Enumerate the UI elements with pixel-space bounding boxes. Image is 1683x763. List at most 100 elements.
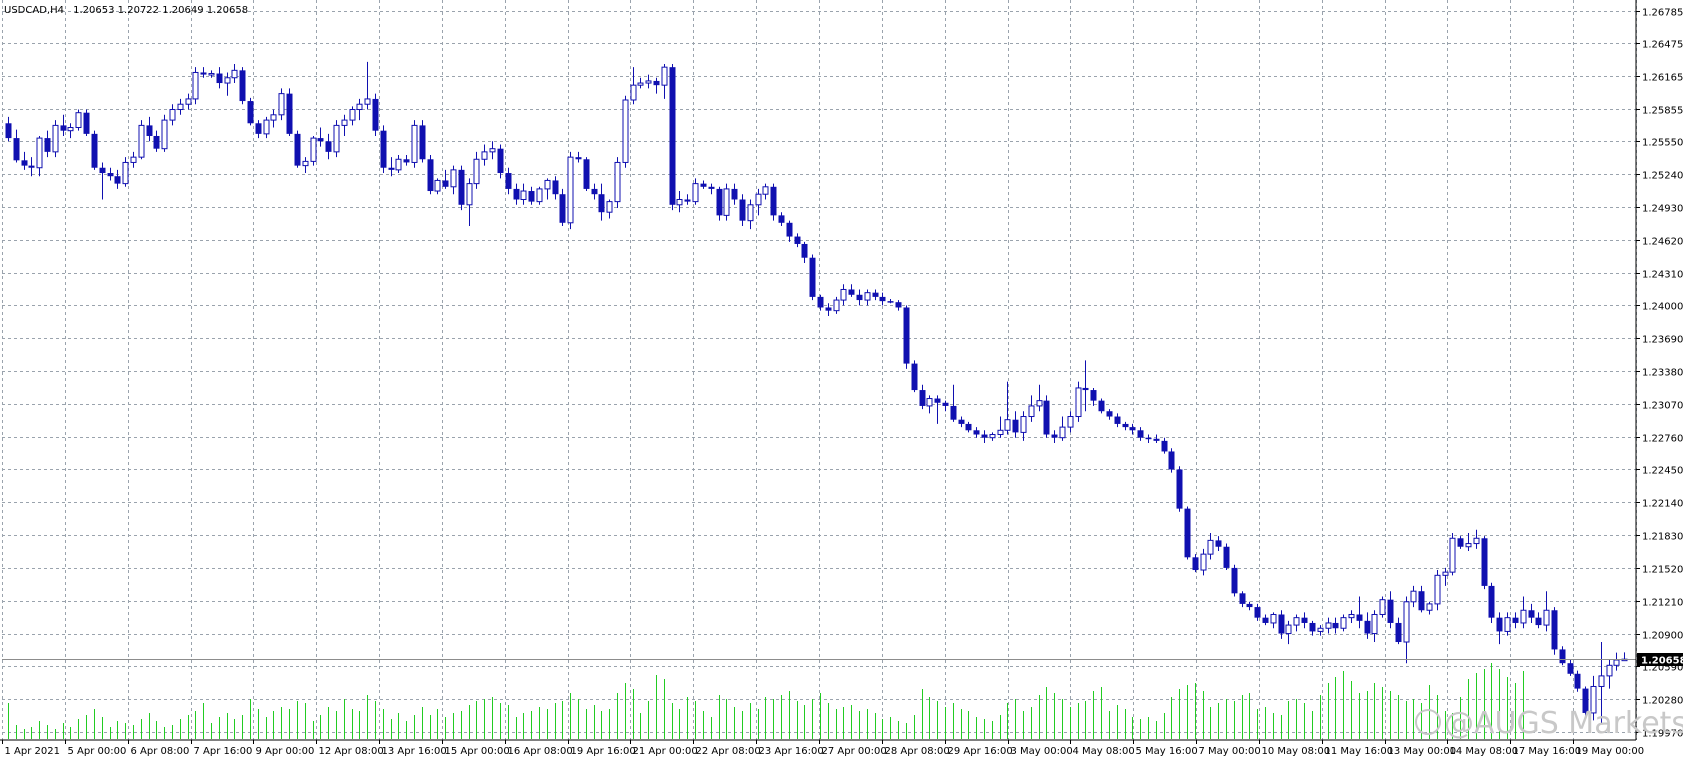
candle-body-bear [919,390,926,406]
candle-body-bear [1098,400,1105,412]
candle-body-bear [903,307,910,364]
candle-body-bear [1496,617,1503,632]
candle-body-bull [36,137,43,169]
candle-body-bull [177,103,184,111]
candle [559,188,566,226]
candle [723,183,730,221]
candle-body-bear [247,101,254,124]
candle-body-bear [981,434,988,438]
x-tick-label: 19 Apr 16:00 [571,746,636,757]
candle-body-bear [934,398,941,403]
candle-body-bear [255,123,262,134]
candle-body-bear [794,236,801,244]
candle-body-bear [598,194,605,213]
candle-body-bull [723,188,730,216]
candle-body-bull [676,198,683,206]
candle-body-bull [544,179,551,190]
price-chart[interactable]: 1.26785 1.26475 1.26165 1.25855 1.25550 1.252… [0,0,1683,763]
candle-body-bear [1215,540,1222,547]
candle-body-bull [1449,537,1456,573]
x-tick-label: 23 Apr 16:00 [759,746,824,757]
chart-window[interactable]: 1.26785 1.26475 1.26165 1.25855 1.25550 1.252… [0,0,1683,763]
candle [91,130,98,170]
y-tick-label: 1.20900 [1642,631,1683,642]
candle-body-bear [1262,617,1269,623]
candle [333,120,340,158]
x-tick-label: 11 May 16:00 [1325,746,1394,757]
candle-body-bull [1207,539,1214,555]
candle-body-bear [325,141,332,152]
candle-body-bear [1559,649,1566,664]
candle-body-bear [1153,438,1160,441]
candle-body-bull [67,127,74,132]
candle-body-bull [1434,574,1441,605]
x-tick-label: 19 May 00:00 [1576,746,1645,757]
candle-body-bull [989,434,996,439]
candle-body-bear [1161,440,1168,452]
candle-body-bear [973,430,980,435]
candle-body-bear [294,133,301,166]
y-tick-label: 1.21520 [1642,565,1683,576]
current-price-label-text: 1.20658 [1641,656,1683,667]
y-tick-label: 1.22140 [1642,499,1683,510]
candle-body-bull [645,80,652,84]
candle-body-bear [5,123,12,139]
y-tick-label: 1.26165 [1642,73,1683,84]
candle [583,157,590,192]
candle-body-bear [1239,593,1246,604]
candle-body-bull [489,148,496,153]
candle-body-bull [208,73,215,76]
candle-body-bear [1090,390,1097,401]
candle-body-bull [1270,613,1277,624]
candle-body-bear [83,112,90,134]
candle [411,120,418,168]
candle-body-bull [1004,419,1011,431]
candle-body-bull [1317,627,1324,632]
candle-body-bear [380,130,387,168]
candle-body-bear [1387,599,1394,623]
candle [310,135,317,166]
candle-body-bull [349,109,356,121]
candle-body-bull [302,160,309,167]
candle-body-bear [21,160,28,166]
candle [192,67,199,105]
y-tick-label: 1.22450 [1642,466,1683,477]
x-tick-label: 27 Apr 00:00 [822,746,887,757]
candle-body-bear [1254,607,1261,618]
candle-body-bear [1176,469,1183,509]
candle [75,109,82,131]
candle-body-bull [864,292,871,301]
candle [458,165,465,211]
candle-body-bear [1184,508,1191,558]
candle-body-bull [466,183,473,206]
candle-body-bull [1403,601,1410,643]
candle-body-bull [310,137,317,162]
candle-body-bear [372,98,379,131]
candle-body-bear [1192,557,1199,571]
candle [1449,532,1456,576]
x-tick-label: 15 Apr 00:00 [445,746,510,757]
candle-body-bull [520,190,527,200]
candle [1481,536,1488,590]
candle-body-bear [950,405,957,420]
candle-body-bear [114,176,121,184]
x-tick-label: 7 May 00:00 [1199,746,1261,757]
candle-body-bull [192,71,199,100]
candle-body-bull [762,186,769,195]
candle-body-bull [263,119,270,135]
candle-body-bull [637,82,644,86]
candle-body-bull [1371,613,1378,635]
candle-body-bull [1410,590,1417,603]
candle-body-bear [1481,538,1488,586]
y-tick-label: 1.26475 [1642,40,1683,51]
candle [1434,570,1441,611]
candle-body-bear [895,302,902,308]
candle-body-bull [122,161,129,185]
candle [286,88,293,136]
candle-body-bull [997,429,1004,436]
candle-body-bull [270,114,277,121]
candle [809,254,816,301]
candle-body-bear [1395,622,1402,643]
candle-body-bear [770,186,777,216]
candle-body-bull [473,158,480,185]
